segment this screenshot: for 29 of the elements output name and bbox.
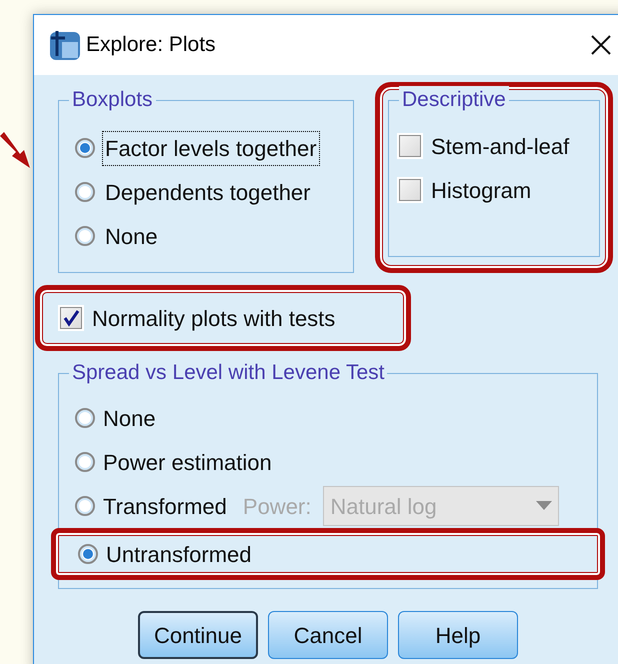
dialog-button[interactable]: Help [398, 611, 518, 659]
power-label: Power: [242, 492, 312, 520]
radio-button[interactable] [78, 544, 98, 564]
option-label[interactable]: None [103, 220, 160, 252]
checkmark-icon [62, 309, 80, 327]
radio-button[interactable] [75, 408, 95, 428]
option-label[interactable]: Stem-and-leaf [431, 130, 570, 162]
radio-button[interactable] [75, 496, 95, 516]
radio-button[interactable] [75, 452, 95, 472]
option-label[interactable]: Normality plots with tests [92, 302, 336, 334]
radio-button[interactable] [75, 226, 95, 246]
radio-button[interactable] [75, 138, 95, 158]
option-label[interactable]: Factor levels together [103, 132, 319, 164]
caret-icon [536, 501, 552, 511]
checkbox[interactable] [60, 307, 82, 329]
option-label[interactable]: None [103, 402, 156, 434]
option-label[interactable]: Power estimation [103, 446, 272, 478]
dialog-button[interactable]: Continue [138, 611, 258, 659]
checkbox[interactable] [399, 135, 421, 157]
option-label[interactable]: Dependents together [103, 176, 312, 208]
option-label[interactable]: Histogram [431, 174, 532, 206]
dialog-button[interactable]: Cancel [268, 611, 388, 659]
checkbox[interactable] [399, 179, 421, 201]
close-icon[interactable] [590, 34, 612, 56]
app-icon [48, 28, 82, 62]
radio-button[interactable] [75, 182, 95, 202]
window-title: Explore: Plots [86, 32, 216, 58]
option-label[interactable]: Transformed [103, 490, 227, 522]
option-label[interactable]: Untransformed [106, 538, 252, 570]
